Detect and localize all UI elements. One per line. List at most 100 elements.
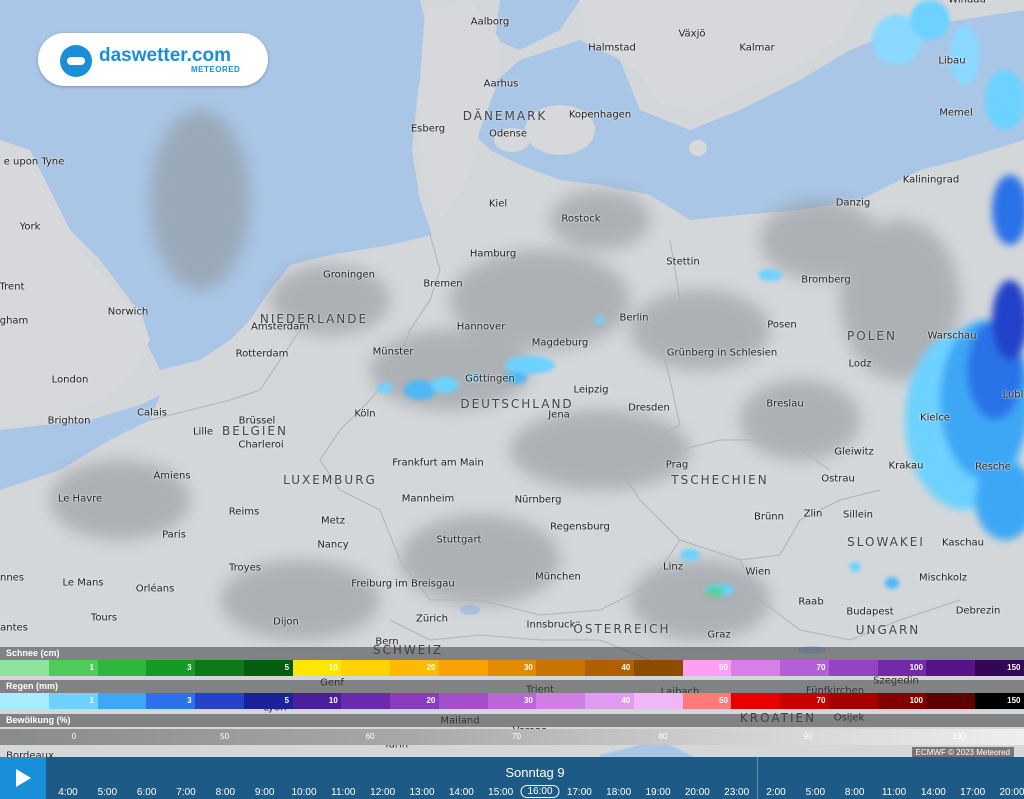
city-label: Brünn — [754, 511, 784, 523]
rain-legend-segment — [633, 693, 684, 709]
city-label: Hannover — [456, 321, 506, 333]
rain-legend-segment: 10 — [292, 693, 342, 709]
rain-legend-segment: 30 — [487, 693, 537, 709]
snow-legend-bar: 1 3 5 10 20 30 40 50 70 100 150 — [0, 660, 1024, 676]
rain-legend-bar: 1 3 5 10 20 30 40 50 70 100 150 — [0, 693, 1024, 709]
city-label: Reims — [228, 506, 260, 518]
logo-sub: METEORED — [191, 65, 241, 74]
day-divider — [757, 757, 758, 799]
city-label: Kalmar — [739, 42, 775, 54]
cloud-legend-tick: 80 — [658, 732, 668, 741]
rain-legend-segment: 3 — [146, 693, 196, 709]
city-label: Memel — [939, 107, 973, 119]
city-label: Charleroi — [238, 439, 284, 451]
cloud-legend-bar: 0 50 60 70 80 90 100 — [0, 729, 1024, 745]
city-label: Trent — [0, 281, 25, 293]
timeline-hour[interactable]: 4:00 — [58, 787, 77, 798]
snow-legend-segment: 10 — [292, 660, 342, 676]
city-label: Danzig — [835, 197, 871, 209]
timeline-hour[interactable]: 19:00 — [645, 787, 670, 798]
city-label: London — [51, 374, 89, 386]
cloud-legend-tick: 70 — [512, 732, 521, 741]
city-label: Graz — [707, 629, 731, 641]
city-label: Münster — [372, 346, 414, 358]
city-label: Paris — [162, 529, 186, 541]
city-label: Innsbruck — [526, 619, 576, 631]
city-label: Leipzig — [573, 384, 609, 396]
timeline-hour[interactable]: 9:00 — [255, 787, 274, 798]
timeline-hour[interactable]: 12:00 — [370, 787, 395, 798]
city-label: Windau — [948, 0, 986, 6]
city-label: Zürich — [416, 613, 448, 625]
timeline-hour[interactable]: 17:00 — [567, 787, 592, 798]
city-label: Orléans — [135, 583, 175, 595]
rain-legend-segment — [926, 693, 976, 709]
timeline-hour[interactable]: 16:00 — [520, 785, 560, 798]
city-label: Nürnberg — [514, 494, 562, 506]
city-label: Krakau — [888, 460, 924, 472]
city-label: Halmstad — [588, 42, 636, 54]
timeline-hour[interactable]: 17:00 — [960, 787, 985, 798]
rain-legend-segment: 1 — [48, 693, 98, 709]
city-label: Kielce — [920, 412, 950, 424]
timeline-hour[interactable]: 15:00 — [488, 787, 513, 798]
cloud-legend-tick: 100 — [952, 732, 966, 741]
city-label: Berlin — [619, 312, 649, 324]
timeline-hour[interactable]: 20:00 — [999, 787, 1024, 798]
city-label: Köln — [354, 408, 376, 420]
snow-legend-segment — [195, 660, 245, 676]
country-label: POLEN — [847, 329, 897, 343]
timeline-day: Sonntag 9 — [505, 765, 565, 780]
cloud-legend-tick: 50 — [220, 732, 230, 741]
city-label: Le Havre — [57, 493, 103, 505]
city-label: Tours — [90, 612, 118, 624]
city-label: Norwich — [107, 306, 149, 318]
city-label: Esberg — [410, 123, 446, 135]
timeline-hour[interactable]: 5:00 — [98, 787, 117, 798]
rain-legend-segment — [0, 693, 50, 709]
timeline-hour[interactable]: 13:00 — [409, 787, 434, 798]
city-label: Kaschau — [941, 537, 985, 549]
city-label: Wien — [745, 566, 771, 578]
timeline-hour[interactable]: 23:00 — [724, 787, 749, 798]
city-label: Libau — [938, 55, 966, 67]
timeline[interactable]: Sonntag 9 4:00 5:00 6:00 7:00 8:00 9:00 10:00 1… — [0, 757, 1024, 799]
timeline-hour[interactable]: 8:00 — [845, 787, 864, 798]
timeline-hour[interactable]: 2:00 — [766, 787, 785, 798]
city-label: Aalborg — [470, 16, 510, 28]
timeline-hour[interactable]: 8:00 — [216, 787, 235, 798]
city-label: Aarhus — [483, 78, 519, 90]
timeline-hour[interactable]: 7:00 — [176, 787, 195, 798]
rain-legend-segment — [97, 693, 147, 709]
timeline-hour[interactable]: 20:00 — [685, 787, 710, 798]
timeline-hour[interactable]: 11:00 — [882, 787, 906, 798]
city-label: Rostock — [561, 213, 601, 225]
city-label: Resche — [975, 461, 1011, 473]
city-label: gham — [0, 315, 29, 327]
snow-legend-segment: 20 — [390, 660, 440, 676]
city-label: Metz — [321, 515, 345, 527]
rain-legend-segment — [828, 693, 879, 709]
timeline-hour[interactable]: 14:00 — [449, 787, 474, 798]
daswetter-logo[interactable]: daswetter.com METEORED — [38, 33, 268, 86]
play-icon[interactable] — [0, 757, 46, 799]
city-label: Warschau — [927, 330, 977, 342]
city-label: antes — [0, 622, 28, 634]
timeline-hour[interactable]: 6:00 — [137, 787, 156, 798]
rain-legend-title: Regen (mm) — [0, 680, 1024, 693]
timeline-hour[interactable]: 10:00 — [291, 787, 316, 798]
timeline-hour[interactable]: 18:00 — [606, 787, 631, 798]
city-label: Stettin — [666, 256, 700, 268]
country-label: UNGARN — [855, 623, 921, 637]
city-label: Kopenhagen — [568, 109, 632, 121]
city-label: Kiel — [488, 198, 508, 210]
city-label: Magdeburg — [531, 337, 589, 349]
city-label: Grünberg in Schlesien — [666, 347, 778, 359]
city-label: Freiburg im Breisgau — [351, 578, 455, 590]
timeline-hour[interactable]: 14:00 — [921, 787, 946, 798]
city-label: Posen — [767, 319, 797, 331]
cloud-legend-tick: 0 — [71, 732, 77, 741]
timeline-hour[interactable]: 5:00 — [806, 787, 825, 798]
cloud-legend-title: Bewölkung (%) — [0, 714, 1024, 727]
timeline-hour[interactable]: 11:00 — [331, 787, 355, 798]
